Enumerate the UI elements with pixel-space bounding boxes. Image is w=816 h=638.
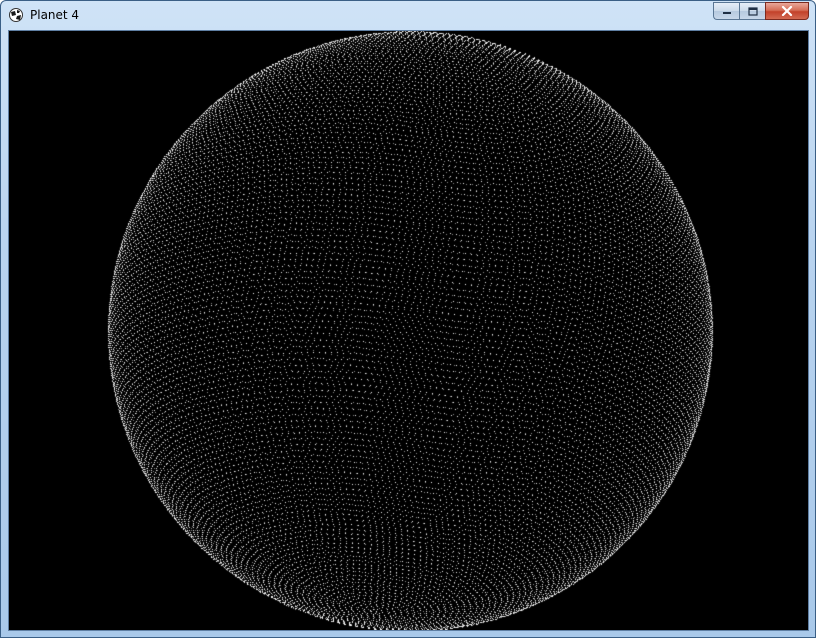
maximize-button[interactable] [739, 2, 765, 20]
close-icon [781, 6, 793, 16]
window-title: Planet 4 [30, 8, 80, 22]
title-bar[interactable]: Planet 4 [1, 1, 815, 29]
app-globe-icon[interactable] [8, 7, 24, 23]
minimize-icon [722, 12, 731, 14]
close-button[interactable] [765, 2, 809, 20]
app-window: Planet 4 [0, 0, 816, 638]
planet-dot-sphere [9, 31, 808, 630]
minimize-button[interactable] [713, 2, 739, 20]
caption-buttons [713, 2, 809, 21]
render-viewport[interactable] [8, 30, 809, 631]
maximize-icon [747, 6, 758, 16]
